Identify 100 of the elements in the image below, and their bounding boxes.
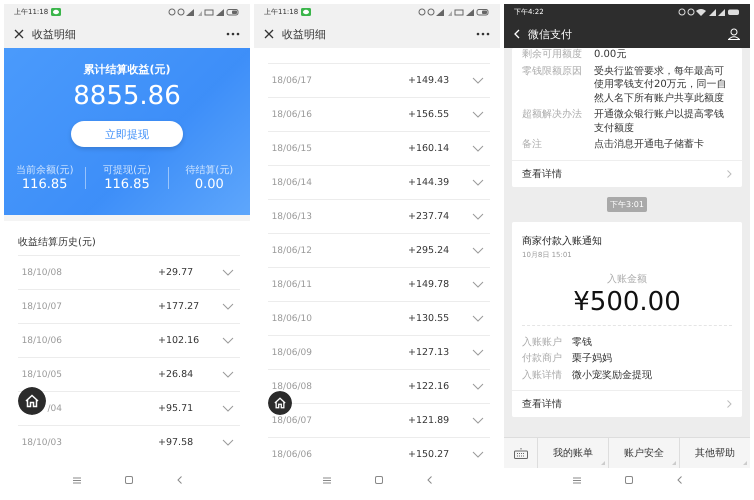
chevron-down-icon[interactable] (472, 213, 484, 220)
details-link[interactable]: 查看详情 (512, 160, 742, 186)
close-icon[interactable] (264, 29, 274, 39)
status-icons-drawing (418, 8, 490, 16)
field-value: 点击消息开通电子储蓄卡 (594, 138, 705, 152)
total-amount: 8855.86 (73, 81, 181, 111)
page-title: 微信支付 (528, 26, 572, 42)
field-value: 微小宠奖励金提现 (572, 368, 653, 382)
row-amount: +149.43 (408, 75, 450, 86)
field-label: 付款商户 (522, 352, 563, 366)
chevron-right-icon (727, 400, 732, 408)
square-icon[interactable] (624, 476, 632, 484)
row-date: 18/10/05 (20, 370, 62, 380)
close-icon[interactable] (14, 29, 24, 39)
keyboard-icon (514, 448, 528, 458)
menu-icon[interactable] (572, 476, 580, 484)
chat-app-icon (301, 8, 312, 16)
row-date: 18/06/16 (270, 110, 312, 120)
row-date: 18/06/10 (270, 314, 312, 324)
chevron-down-icon[interactable] (222, 269, 234, 276)
chevron-down-icon[interactable] (472, 111, 484, 118)
row-date: 18/10/07 (20, 302, 62, 312)
row-date: 18/06/06 (270, 450, 312, 460)
field-value: 受央行监管要求，每年最高可使用零钱支付20万元，同一自然人名下所有账户共享此额度 (594, 64, 728, 105)
chat-app-icon (51, 8, 62, 16)
stat-value: 116.85 (22, 177, 68, 192)
row-amount: +160.14 (408, 143, 450, 154)
chevron-down-icon[interactable] (472, 383, 484, 390)
field-value: 0.00元 (594, 48, 628, 62)
stat-value: 0.00 (194, 177, 224, 192)
row-amount: +237.74 (408, 211, 450, 222)
row-date: /04 (46, 404, 62, 414)
chevron-down-icon[interactable] (472, 145, 484, 152)
row-date: 18/06/07 (270, 416, 312, 426)
chevron-down-icon[interactable] (472, 247, 484, 254)
row-amount: +26.84 (158, 369, 194, 380)
row-amount: +121.89 (408, 415, 450, 426)
row-date: 18/06/13 (270, 212, 312, 222)
row-date: 18/06/09 (270, 348, 312, 358)
row-date: 18/10/03 (20, 438, 62, 448)
chevron-down-icon[interactable] (222, 439, 234, 446)
section-title: 收益结算历史(元) (17, 236, 97, 250)
corner-triangle-icon (672, 461, 676, 465)
row-amount: +95.71 (158, 403, 194, 414)
field-value: 零钱 (572, 336, 593, 349)
menu-icon[interactable] (322, 476, 330, 484)
chevron-down-icon[interactable] (472, 281, 484, 288)
status-icons-drawing (168, 8, 240, 16)
stat-label: 可提现(元) (103, 164, 151, 177)
row-amount: +102.16 (158, 335, 200, 346)
row-amount: +130.55 (408, 313, 450, 324)
field-label: 入账详情 (522, 368, 563, 382)
chevron-down-icon[interactable] (472, 315, 484, 322)
row-amount: +97.58 (158, 437, 194, 448)
row-date: 18/10/06 (20, 336, 62, 346)
row-date: 18/06/11 (270, 280, 312, 290)
square-icon[interactable] (374, 476, 382, 484)
chevron-down-icon[interactable] (222, 405, 234, 412)
stat-value: 116.85 (104, 177, 150, 192)
page-title: 收益明细 (32, 26, 76, 42)
status-icons-drawing (678, 8, 740, 16)
square-icon[interactable] (124, 476, 132, 484)
chevron-down-icon[interactable] (472, 77, 484, 84)
row-date: 18/06/08 (270, 382, 312, 392)
chevron-down-icon[interactable] (472, 451, 484, 458)
field-label: 备注 (522, 138, 543, 152)
field-label: 超额解决办法 (522, 108, 583, 122)
chevron-right-icon (727, 170, 732, 178)
row-date: 18/10/08 (20, 268, 62, 278)
home-icon[interactable] (18, 387, 46, 415)
row-amount: +156.55 (408, 109, 450, 120)
details-link[interactable]: 查看详情 (512, 390, 742, 417)
row-amount: +295.24 (408, 245, 450, 256)
more-icon[interactable] (226, 32, 240, 36)
stat-label: 当前余额(元) (16, 164, 74, 177)
row-date: 18/06/14 (270, 178, 312, 188)
row-amount: +122.16 (408, 381, 450, 392)
menu-icon[interactable] (72, 476, 80, 484)
more-icon[interactable] (476, 32, 490, 36)
chevron-down-icon[interactable] (472, 349, 484, 356)
page-title: 收益明细 (282, 26, 326, 42)
chevron-down-icon[interactable] (222, 303, 234, 310)
chevron-down-icon[interactable] (222, 371, 234, 378)
row-date: 18/06/15 (270, 144, 312, 154)
chevron-down-icon[interactable] (222, 337, 234, 344)
row-date: 18/06/17 (270, 76, 312, 86)
chevron-down-icon[interactable] (472, 179, 484, 186)
field-label: 入账账户 (522, 336, 563, 349)
field-label: 剩余可用额度 (522, 48, 583, 62)
summary-label: 累计结算收益(元) (83, 62, 171, 77)
corner-triangle-icon (743, 461, 747, 465)
field-value: 开通微众银行账户以提高零钱支付额度 (594, 108, 725, 135)
corner-triangle-icon (601, 461, 605, 465)
row-date: 18/06/12 (270, 246, 312, 256)
notice-title: 商家付款入账通知 (521, 234, 603, 248)
home-icon[interactable] (268, 391, 292, 415)
field-value: 栗子妈妈 (572, 352, 613, 366)
row-amount: +144.39 (408, 177, 450, 188)
chevron-down-icon[interactable] (472, 417, 484, 424)
person-icon[interactable] (728, 28, 740, 40)
